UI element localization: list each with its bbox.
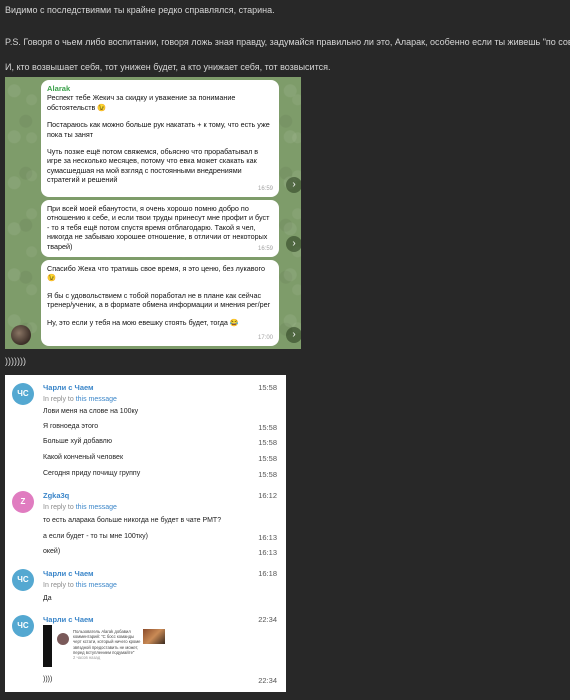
attached-screenshot[interactable]: Пользователь Alarak добавил комментарий:…	[43, 625, 171, 667]
message-text: Да	[43, 595, 52, 602]
forward-button[interactable]: ›	[286, 236, 301, 252]
user-avatar-icon	[57, 633, 69, 645]
message-time: 22:34	[258, 615, 277, 624]
message-bubble: При всей моей ебанутости, я очень хорошо…	[41, 200, 279, 257]
reply-link[interactable]: this message	[76, 504, 117, 511]
message-bubble: Alarak Респект тебе Жекич за скидку и ув…	[41, 80, 279, 197]
message-text: Лови меня на слове на 100ку	[43, 408, 139, 415]
thumb-notification-time: 2 часов назад	[73, 655, 101, 661]
reply-prefix: In reply to	[43, 582, 74, 589]
reply-link[interactable]: this message	[76, 396, 117, 403]
message-text: Спасибо Жека что тратишь свое время, я э…	[47, 264, 265, 283]
author-name[interactable]: Чарли с Чаем	[43, 615, 94, 624]
avatar[interactable]: ЧС	[12, 383, 34, 405]
message-time: 16:59	[257, 245, 273, 252]
author-name[interactable]: Чарли с Чаем	[43, 569, 94, 578]
post-line-4: )))))))	[5, 356, 26, 366]
message-text: Больше хуй добавлю	[43, 438, 112, 445]
forward-button[interactable]: ›	[286, 177, 301, 193]
chevron-right-icon: ›	[292, 179, 296, 190]
chevron-right-icon: ›	[292, 329, 296, 340]
message-text: Чуть позже ещё потом свяжемся, обьясню ч…	[47, 147, 259, 185]
message-text: Какой конченый человек	[43, 454, 124, 461]
message-time: 15:58	[258, 470, 277, 479]
message-time: 16:13	[258, 533, 277, 542]
message-time: 16:13	[258, 548, 277, 557]
message-text: Сегодня приду почищу группу	[43, 470, 141, 477]
thumb-notification-text: Пользователь Alarak добавил комментарий:…	[73, 629, 141, 655]
message-time: 15:58	[258, 383, 277, 392]
message-text: Респект тебе Жекич за скидку и уважение …	[47, 93, 236, 112]
chevron-right-icon: ›	[292, 238, 296, 249]
reply-prefix: In reply to	[43, 396, 74, 403]
message-time: 15:58	[258, 454, 277, 463]
telegram-screenshot: Alarak Респект тебе Жекич за скидку и ув…	[5, 77, 301, 349]
message-text: окей)	[43, 548, 61, 555]
message-text: Я бы с удовольствием с тобой поработал н…	[47, 290, 271, 310]
avatar[interactable]: ЧС	[12, 615, 34, 637]
post-line-1: Видимо с последствиями ты крайне редко с…	[5, 5, 275, 15]
message-text: а если будет - то ты мне 100тку)	[43, 533, 148, 540]
message-time: 16:18	[258, 569, 277, 578]
message-text: Постараюсь как можно больше рук накатать…	[47, 120, 270, 139]
post-line-2: P.S. Говоря о чьем либо воспитании, гово…	[5, 37, 570, 47]
forward-button[interactable]: ›	[286, 327, 301, 343]
message-time: 16:12	[258, 491, 277, 500]
reply-link[interactable]: this message	[76, 582, 117, 589]
reply-prefix: In reply to	[43, 504, 74, 511]
message-text: Я говноеда этого	[43, 423, 99, 430]
chat-log-screenshot: ЧС Чарли с Чаем 15:58 In reply to this m…	[5, 375, 286, 692]
sender-name: Alarak	[47, 84, 71, 93]
message-text: то есть аларака больше никогда не будет …	[43, 517, 222, 524]
message-time: 22:34	[258, 676, 277, 685]
reply-reference: In reply to this message	[43, 504, 117, 511]
message-time: 16:59	[257, 185, 273, 192]
message-time: 15:58	[258, 423, 277, 432]
message-text: ))))	[43, 676, 53, 683]
message-text: При всей моей ебанутости, я очень хорошо…	[47, 204, 270, 251]
message-text: Ну, это если у тебя на мою евешку стоять…	[47, 317, 239, 327]
message-time: 15:58	[258, 438, 277, 447]
thumb-image	[143, 629, 165, 644]
thumb-notification: Пользователь Alarak добавил комментарий:…	[73, 629, 141, 660]
message-time: 17:00	[257, 334, 273, 341]
reply-reference: In reply to this message	[43, 396, 117, 403]
thumb-sidebar	[43, 625, 52, 667]
author-name[interactable]: Чарли с Чаем	[43, 383, 94, 392]
avatar[interactable]: Z	[12, 491, 34, 513]
message-bubble: Спасибо Жека что тратишь свое время, я э…	[41, 260, 279, 346]
author-name[interactable]: Zgka3q	[43, 491, 69, 500]
post-line-3: И, кто возвышает себя, тот унижен будет,…	[5, 62, 331, 72]
avatar[interactable]	[11, 325, 31, 345]
reply-reference: In reply to this message	[43, 582, 117, 589]
avatar[interactable]: ЧС	[12, 569, 34, 591]
